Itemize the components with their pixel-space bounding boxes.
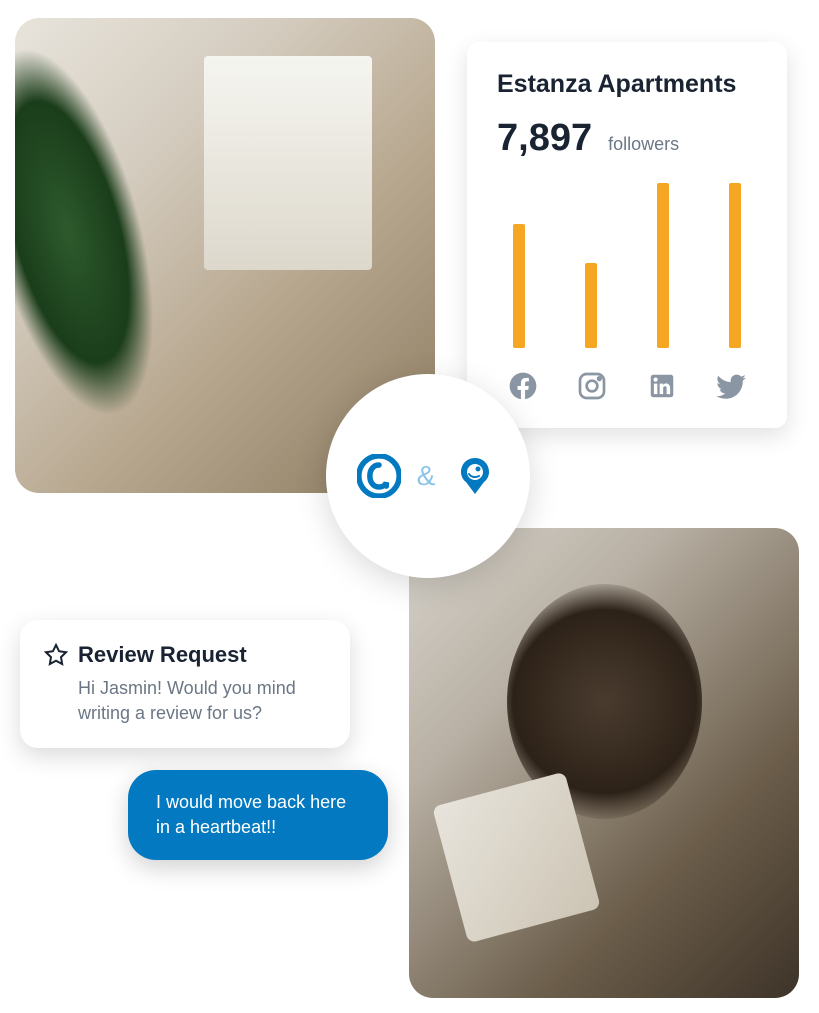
bar-linkedin [657, 183, 669, 348]
person-image [409, 528, 799, 998]
logo-a-icon [357, 454, 401, 498]
bar-twitter [729, 183, 741, 348]
reply-text: I would move back here in a heartbeat!! [156, 790, 360, 840]
badge-ampersand: & [417, 460, 436, 492]
instagram-icon [574, 368, 610, 404]
stats-title: Estanza Apartments [497, 70, 757, 99]
stats-label: followers [608, 134, 679, 155]
review-request-card: Review Request Hi Jasmin! Would you mind… [20, 620, 350, 748]
bar-facebook [513, 224, 525, 348]
stats-card: Estanza Apartments 7,897 followers [467, 42, 787, 428]
review-header: Review Request [44, 642, 326, 668]
reply-bubble: I would move back here in a heartbeat!! [128, 770, 388, 860]
star-icon [44, 643, 68, 667]
bar-instagram [585, 263, 597, 348]
stats-count-row: 7,897 followers [497, 117, 757, 160]
linkedin-icon [644, 368, 680, 404]
twitter-icon [713, 368, 749, 404]
stats-count: 7,897 [497, 117, 592, 160]
stats-bars [497, 178, 757, 348]
facebook-icon [505, 368, 541, 404]
social-icons-row [497, 368, 757, 404]
review-title: Review Request [78, 642, 247, 668]
logo-bird-icon [451, 452, 499, 500]
center-badge: & [326, 374, 530, 578]
review-text: Hi Jasmin! Would you mind writing a revi… [44, 676, 326, 726]
